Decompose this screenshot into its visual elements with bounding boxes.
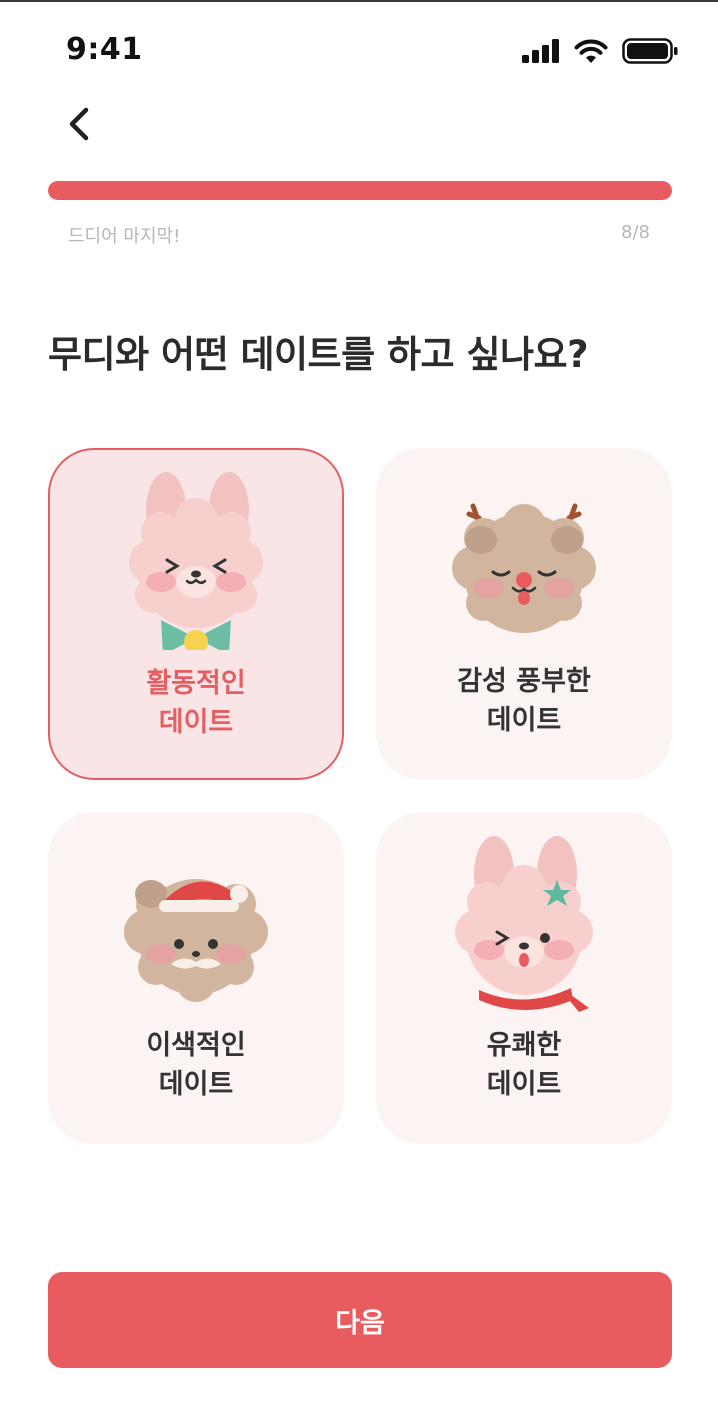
pink-bunny-with-scarf-illustration: [455, 836, 593, 1012]
option-label: 활동적인 데이트: [50, 664, 342, 742]
santa-hat-puppy-illustration: [124, 879, 268, 1002]
option-card-active[interactable]: 활동적인 데이트: [48, 448, 344, 780]
option-label-line2: 데이트: [158, 1069, 234, 1100]
option-label-line1: 활동적인: [146, 668, 246, 699]
status-bar: 9:41: [0, 0, 718, 100]
battery-icon: [622, 38, 678, 64]
question-title: 무디와 어떤 데이트를 하고 싶나요?: [48, 333, 589, 376]
progress-count: 8/8: [621, 222, 650, 243]
option-label-line1: 감성 풍부한: [457, 666, 591, 697]
back-button[interactable]: [58, 100, 106, 148]
option-label: 유쾌한 데이트: [376, 1026, 672, 1104]
option-label-line2: 데이트: [486, 705, 562, 736]
chevron-left-icon: [69, 107, 89, 141]
option-card-cheerful[interactable]: 유쾌한 데이트: [376, 812, 672, 1144]
option-card-emotional[interactable]: 감성 풍부한 데이트: [376, 448, 672, 780]
option-label-line1: 이색적인: [146, 1030, 246, 1061]
progress-fill: [48, 181, 672, 200]
option-card-unique[interactable]: 이색적인 데이트: [48, 812, 344, 1144]
option-label-line2: 데이트: [486, 1069, 562, 1100]
status-time: 9:41: [66, 32, 143, 67]
wifi-icon: [574, 39, 608, 63]
next-button[interactable]: 다음: [48, 1272, 672, 1368]
option-label: 이색적인 데이트: [48, 1026, 344, 1104]
status-icons: [522, 38, 678, 64]
pink-bunny-with-bow-illustration: [129, 472, 263, 650]
option-label: 감성 풍부한 데이트: [376, 662, 672, 740]
option-label-line2: 데이트: [158, 707, 234, 738]
option-label-line1: 유쾌한: [486, 1030, 562, 1061]
signal-icon: [522, 39, 559, 63]
progress-bar: [48, 181, 672, 200]
progress-label: 드디어 마지막!: [68, 226, 181, 247]
reindeer-puppy-illustration: [452, 503, 596, 633]
